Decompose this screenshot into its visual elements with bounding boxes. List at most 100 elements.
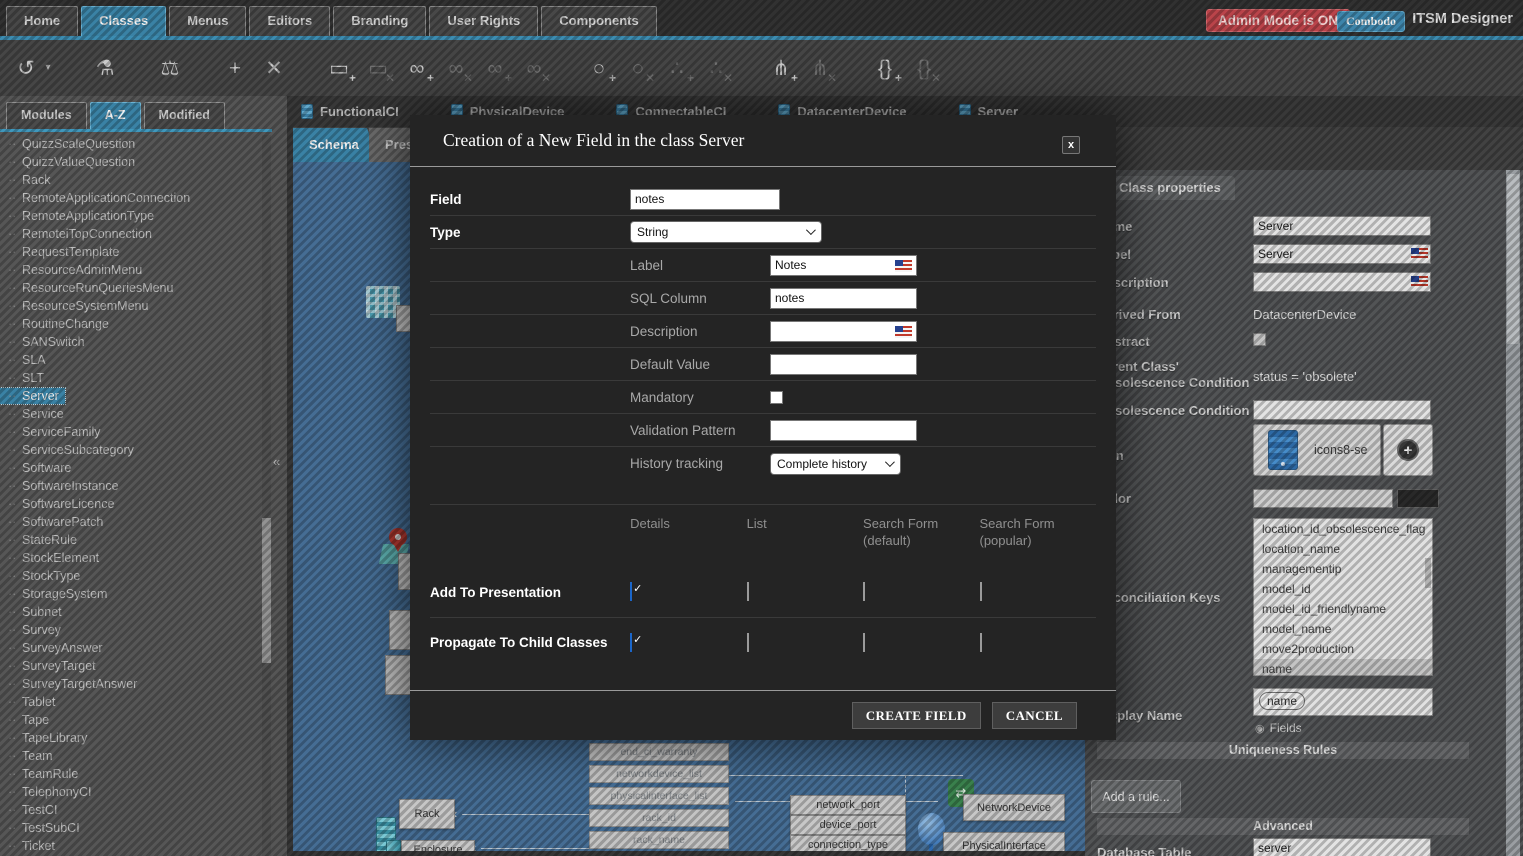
- reconciliation-key-item[interactable]: model_id_friendlyname: [1254, 599, 1432, 619]
- search-popular-checkbox[interactable]: [980, 582, 982, 601]
- sidebar-item[interactable]: RoutineChange: [0, 315, 260, 333]
- sidebar-item[interactable]: SoftwarePatch: [0, 513, 260, 531]
- sidebar-item[interactable]: ServiceSubcategory: [0, 441, 260, 459]
- sidebar-item[interactable]: Ticket: [0, 837, 260, 855]
- search-default-checkbox[interactable]: [863, 582, 865, 601]
- sidebar-item[interactable]: RemoteiTopConnection: [0, 225, 260, 243]
- add-link-icon[interactable]: ∞ +: [403, 53, 431, 83]
- sidebar-item[interactable]: SLT: [0, 369, 260, 387]
- reconciliation-key-item[interactable]: managementip: [1254, 559, 1432, 579]
- sidebar-item[interactable]: RequestTemplate: [0, 243, 260, 261]
- sidebar-item[interactable]: SoftwareInstance: [0, 477, 260, 495]
- sidebar-item[interactable]: QuizzScaleQuestion: [0, 135, 260, 153]
- panel-scrollbar-thumb[interactable]: [1507, 174, 1519, 344]
- reconciliation-key-item[interactable]: location_name: [1254, 539, 1432, 559]
- sandbox-flask-icon[interactable]: ⚗: [91, 53, 119, 83]
- physicalinterface-class-box[interactable]: PhysicalInterface: [943, 832, 1065, 856]
- add-method-icon[interactable]: {} +: [871, 53, 899, 83]
- sidebar-scrollbar-thumb[interactable]: [262, 518, 271, 663]
- undo-menu-caret-icon[interactable]: ▾: [42, 53, 54, 83]
- delete-nn-link-icon[interactable]: ∞ ✕: [520, 53, 548, 83]
- sidebar-item[interactable]: Subnet: [0, 603, 260, 621]
- list-scrollbar-thumb[interactable]: [1425, 558, 1431, 588]
- sidebar-item[interactable]: TelephonyCI: [0, 783, 260, 801]
- port-row[interactable]: device_port: [790, 815, 906, 835]
- sidebar-item[interactable]: ResourceAdminMenu: [0, 261, 260, 279]
- sidebar-item[interactable]: SurveyTargetAnswer: [0, 675, 260, 693]
- list-checkbox[interactable]: [747, 633, 749, 652]
- sidebar-tab[interactable]: Modified: [144, 102, 225, 129]
- abstract-checkbox[interactable]: [1253, 333, 1266, 346]
- reconciliation-key-item[interactable]: model_id: [1254, 579, 1432, 599]
- create-field-button[interactable]: CREATE FIELD: [852, 702, 981, 729]
- icon-preview[interactable]: icons8-se: [1253, 424, 1381, 476]
- sidebar-collapse-icon[interactable]: «: [273, 454, 280, 469]
- reconciliation-key-item[interactable]: move2production: [1254, 639, 1432, 659]
- sidebar-item[interactable]: SLA: [0, 351, 260, 369]
- sidebar-item[interactable]: Tablet: [0, 693, 260, 711]
- details-checkbox[interactable]: [630, 633, 632, 652]
- search-popular-checkbox[interactable]: [980, 633, 982, 652]
- close-icon[interactable]: x: [1062, 136, 1080, 154]
- color-input[interactable]: [1253, 489, 1393, 508]
- fields-row[interactable]: ◉ Fields: [1255, 721, 1302, 735]
- diagram-field-row[interactable]: networkdevice_list: [589, 765, 729, 783]
- sidebar-item[interactable]: RemoteApplicationConnection: [0, 189, 260, 207]
- top-tab[interactable]: Branding: [333, 6, 426, 36]
- sidebar-item[interactable]: Team: [0, 747, 260, 765]
- validation-pattern-input[interactable]: [770, 420, 917, 441]
- port-row[interactable]: network_port: [790, 795, 906, 815]
- sidebar-item[interactable]: ResourceRunQueriesMenu: [0, 279, 260, 297]
- top-tab[interactable]: Classes: [81, 6, 166, 36]
- delete-icon[interactable]: ✕: [260, 53, 288, 83]
- sidebar-item[interactable]: ServiceFamily: [0, 423, 260, 441]
- add-class-icon[interactable]: ▭ +: [325, 53, 353, 83]
- color-swatch[interactable]: [1397, 489, 1439, 508]
- reconciliation-keys-list[interactable]: location_id_obsolescence_flaglocation_na…: [1253, 518, 1433, 676]
- top-tab[interactable]: Editors: [249, 6, 330, 36]
- add-rule-button[interactable]: Add a rule...: [1091, 780, 1181, 813]
- sidebar-item[interactable]: QuizzValueQuestion: [0, 153, 260, 171]
- sidebar-item[interactable]: StockType: [0, 567, 260, 585]
- sidebar-item[interactable]: Tape: [0, 711, 260, 729]
- details-checkbox[interactable]: [630, 582, 632, 601]
- networkdevice-class-box[interactable]: NetworkDevice: [963, 794, 1065, 821]
- cancel-button[interactable]: CANCEL: [992, 702, 1077, 729]
- top-tab[interactable]: Home: [6, 6, 78, 36]
- label-input[interactable]: [1253, 244, 1431, 264]
- undo-icon[interactable]: ↺: [12, 53, 40, 83]
- search-default-checkbox[interactable]: [863, 633, 865, 652]
- sidebar-item[interactable]: RemoteApplicationType: [0, 207, 260, 225]
- delete-field-icon[interactable]: ○ ✕: [624, 53, 652, 83]
- sidebar-item[interactable]: SANSwitch: [0, 333, 260, 351]
- diagram-field-row[interactable]: rack_name: [589, 831, 729, 849]
- enclosure-class-box[interactable]: Enclosure: [401, 840, 475, 856]
- name-input[interactable]: [1253, 216, 1431, 236]
- class-tab[interactable]: FunctionalCI: [301, 104, 399, 119]
- sidebar-item[interactable]: Service: [0, 405, 260, 423]
- display-name-tag[interactable]: name: [1259, 692, 1305, 710]
- sql-column-input[interactable]: [770, 288, 917, 309]
- sidebar-item[interactable]: Survey: [0, 621, 260, 639]
- add-icon[interactable]: +: [221, 53, 249, 83]
- sidebar-item[interactable]: TapeLibrary: [0, 729, 260, 747]
- sidebar-item[interactable]: TeamRule: [0, 765, 260, 783]
- description-input[interactable]: [1253, 272, 1431, 292]
- sidebar-item[interactable]: Rack: [0, 171, 260, 189]
- diagram-field-row[interactable]: physicalinterface_list: [589, 787, 729, 805]
- top-tab[interactable]: Menus: [169, 6, 246, 36]
- type-select[interactable]: String: [630, 221, 822, 243]
- add-relation-icon[interactable]: ⋔ +: [767, 53, 795, 83]
- delete-relation-icon[interactable]: ⋔ ✕: [806, 53, 834, 83]
- sidebar-item[interactable]: Software: [0, 459, 260, 477]
- add-field-icon[interactable]: ○ +: [585, 53, 613, 83]
- sidebar-item[interactable]: TestCI: [0, 801, 260, 819]
- sidebar-item[interactable]: StockElement: [0, 549, 260, 567]
- field-input[interactable]: [630, 189, 780, 210]
- delete-class-icon[interactable]: ▭ ✕: [364, 53, 392, 83]
- database-table-input[interactable]: [1253, 838, 1431, 856]
- tab-schema[interactable]: Schema: [293, 128, 381, 162]
- sidebar-item[interactable]: SurveyTarget: [0, 657, 260, 675]
- port-row[interactable]: connection_type: [790, 835, 906, 855]
- sidebar-tab[interactable]: A-Z: [90, 102, 141, 129]
